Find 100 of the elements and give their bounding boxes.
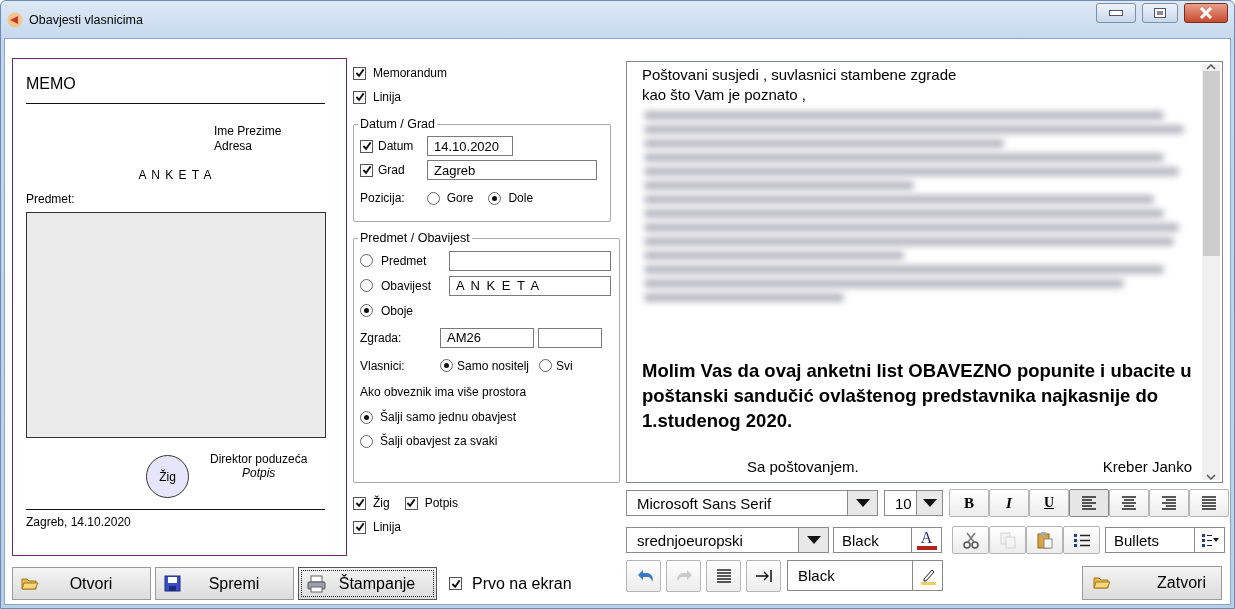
field-label: Pozicija:: [360, 191, 405, 205]
maximize-icon: [1154, 7, 1166, 18]
group-title: Predmet / Obavijest: [359, 231, 471, 245]
text-color-picker[interactable]: Black A: [833, 527, 942, 553]
checkbox-label[interactable]: Memorandum: [373, 66, 448, 80]
footer-text: Zagreb, 14.10.2020: [26, 515, 131, 529]
font-color-icon: A: [920, 530, 933, 546]
indent-button[interactable]: [746, 560, 781, 592]
checkbox-label[interactable]: Datum: [378, 139, 422, 153]
checkbox[interactable]: [404, 496, 418, 510]
folder-icon: [1093, 574, 1112, 592]
radio-label[interactable]: Svi: [556, 358, 573, 373]
size-dropdown[interactable]: 10: [884, 490, 943, 516]
scroll-down-icon: [1206, 474, 1216, 480]
recipient-text: Adresa: [214, 139, 254, 154]
list-style-dropdown[interactable]: Bullets: [1105, 527, 1225, 553]
preview-heading: A N K E T A: [138, 168, 213, 182]
dropdown-arrow-icon: [855, 499, 870, 507]
list-button[interactable]: [1063, 526, 1100, 554]
button[interactable]: Otvori: [12, 567, 151, 600]
close-icon: [1199, 6, 1213, 19]
undo-button[interactable]: [626, 560, 661, 592]
radio-button[interactable]: [360, 304, 373, 317]
letter-text: Poštovani susjedi , suvlasnici stambene zgrade: [642, 65, 957, 85]
radio-button[interactable]: [426, 191, 440, 205]
checkbox[interactable]: [353, 496, 366, 510]
align-left-button[interactable]: [1069, 489, 1109, 517]
text-field[interactable]: Zagreb: [427, 160, 597, 180]
radio-label[interactable]: Dole: [508, 191, 534, 205]
text-field[interactable]: [538, 327, 602, 348]
bold-button[interactable]: B: [949, 489, 989, 517]
checkbox-label[interactable]: Grad: [378, 163, 422, 177]
scrollbar[interactable]: [1202, 64, 1220, 480]
scissors-icon: [961, 531, 980, 549]
closing-text: Sa poštovanjem.: [747, 457, 859, 477]
button[interactable]: Spremi: [155, 567, 294, 600]
checkbox[interactable]: [360, 163, 373, 177]
radio-button[interactable]: [360, 434, 373, 448]
checkbox[interactable]: [449, 577, 462, 590]
text-field[interactable]: A N K E T A: [449, 275, 611, 296]
text-editor[interactable]: [626, 61, 1223, 483]
printer-icon: [307, 574, 326, 593]
list-style-icon: [1200, 532, 1219, 548]
text-field[interactable]: 14.10.2020: [427, 136, 513, 156]
close-button[interactable]: [1184, 2, 1228, 23]
sender-name: Kreber Janko: [1102, 457, 1192, 477]
text-field[interactable]: [449, 250, 611, 271]
clipboard-icon: [1035, 531, 1054, 549]
recipient-text: Ime Prezime: [214, 124, 283, 139]
radio-button[interactable]: [488, 191, 502, 205]
align-right-button[interactable]: [1149, 489, 1189, 517]
radio-button[interactable]: [360, 279, 373, 292]
signature-text: Potpis: [242, 466, 276, 480]
window-title: Obavjesti vlasnicima: [29, 12, 144, 27]
minimize-button[interactable]: [1096, 2, 1136, 23]
charset-dropdown[interactable]: srednjoeuropski: [626, 527, 829, 553]
checkbox-label[interactable]: Linija: [373, 90, 402, 104]
notice-text: Molim Vas da ovaj anketni list OBAVEZNO popunite i ubacite u poštanski sandučić ovlaštenog predstavnika najkasnije do 1.studenog 2020.: [642, 359, 1192, 433]
field-label: Vlasnici:: [360, 358, 406, 373]
radio-label[interactable]: Gore: [446, 191, 474, 205]
radio-label[interactable]: Šalji obavjest za svaki: [380, 434, 498, 448]
justify-button[interactable]: [1189, 489, 1229, 517]
italic-button[interactable]: I: [989, 489, 1029, 517]
radio-label[interactable]: Obavijest: [381, 278, 441, 293]
radio-button[interactable]: [360, 410, 373, 424]
radio-button[interactable]: [440, 359, 453, 372]
align-center-button[interactable]: [1109, 489, 1149, 517]
copy-icon: [998, 531, 1017, 549]
maximize-button[interactable]: [1142, 2, 1178, 23]
checkbox[interactable]: [353, 66, 366, 80]
font-dropdown[interactable]: Microsoft Sans Serif: [626, 490, 878, 516]
button[interactable]: Zatvori: [1082, 566, 1222, 600]
text-lines-icon: [714, 567, 733, 585]
stamp-circle: Žig: [146, 455, 189, 498]
underline-button[interactable]: U: [1029, 489, 1069, 517]
highlight-color-picker[interactable]: Black: [787, 560, 943, 591]
radio-label[interactable]: Predmet: [381, 253, 441, 268]
radio-label[interactable]: Oboje: [381, 303, 441, 318]
minimize-icon: [1109, 9, 1123, 16]
radio-label[interactable]: Šalji samo jednu obavjest: [380, 410, 517, 424]
radio-button[interactable]: [360, 254, 373, 267]
align-left-icon: [1080, 494, 1098, 512]
checkbox[interactable]: [353, 520, 366, 534]
subject-label: Predmet:: [26, 192, 75, 206]
text-field[interactable]: AM26: [440, 327, 534, 348]
signer-text: Direktor poduzeća: [210, 452, 308, 466]
align-right-icon: [1160, 494, 1178, 512]
checkbox-label[interactable]: Linija: [373, 520, 402, 534]
field-label: Ako obveznik ima više prostora: [360, 385, 527, 399]
radio-button[interactable]: [539, 359, 553, 372]
checkbox[interactable]: [353, 90, 366, 104]
letter-text: kao što Vam je poznato ,: [642, 85, 806, 105]
cut-button[interactable]: [952, 526, 989, 554]
radio-label[interactable]: Samo nositelj: [457, 358, 530, 373]
button[interactable]: Štampanje: [298, 567, 437, 600]
checkbox-label[interactable]: Potpis: [424, 496, 459, 510]
checkbox-label[interactable]: Žig: [373, 496, 390, 510]
checkbox[interactable]: [360, 139, 373, 153]
checkbox-label[interactable]: Prvo na ekran: [472, 574, 572, 593]
paragraph-button[interactable]: [706, 560, 741, 592]
